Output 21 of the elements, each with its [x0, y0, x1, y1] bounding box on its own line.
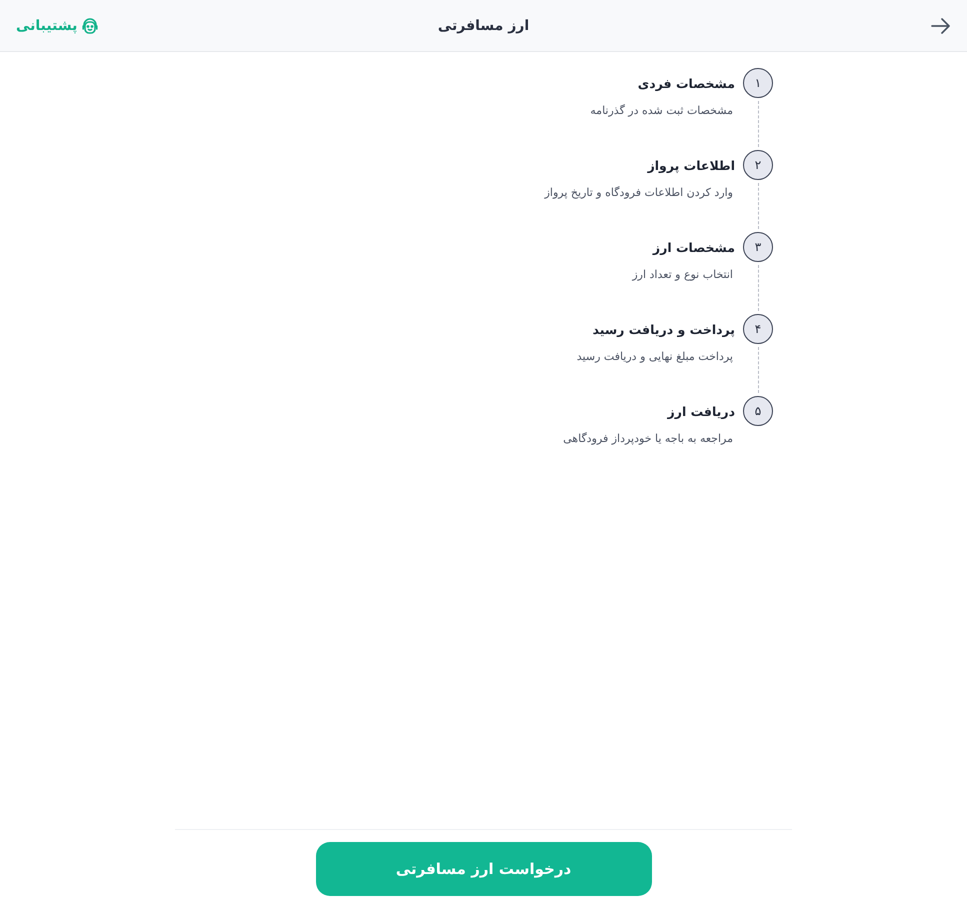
- step-title: مشخصات فردی: [638, 76, 735, 90]
- step-description: انتخاب نوع و تعداد ارز: [632, 268, 733, 281]
- step-description: وارد کردن اطلاعات فرودگاه و تاریخ پرواز: [544, 186, 733, 199]
- step-number: ۳: [743, 232, 773, 262]
- step-number: ۴: [743, 314, 773, 344]
- headset-icon: [81, 16, 100, 34]
- support-link[interactable]: پشتیبانی: [16, 16, 100, 34]
- step-number: ۱: [743, 68, 773, 98]
- step-description: مراجعه به باجه یا خودپرداز فرودگاهی: [563, 432, 733, 445]
- step-title: پرداخت و دریافت رسید: [592, 322, 735, 336]
- step-description: مشخصات ثبت شده در گذرنامه: [590, 104, 733, 117]
- back-button[interactable]: [931, 18, 951, 34]
- page-title: ارز مسافرتی: [438, 18, 530, 34]
- step-title: اطلاعات پرواز: [648, 158, 735, 172]
- step-number: ۲: [743, 150, 773, 180]
- back-arrow-icon: [931, 18, 951, 34]
- step-title: مشخصات ارز: [652, 240, 735, 254]
- step-description: پرداخت مبلغ نهایی و دریافت رسید: [576, 350, 733, 363]
- step-title: دریافت ارز: [668, 404, 735, 418]
- request-button[interactable]: درخواست ارز مسافرتی: [316, 842, 652, 896]
- step-number: ۵: [743, 396, 773, 426]
